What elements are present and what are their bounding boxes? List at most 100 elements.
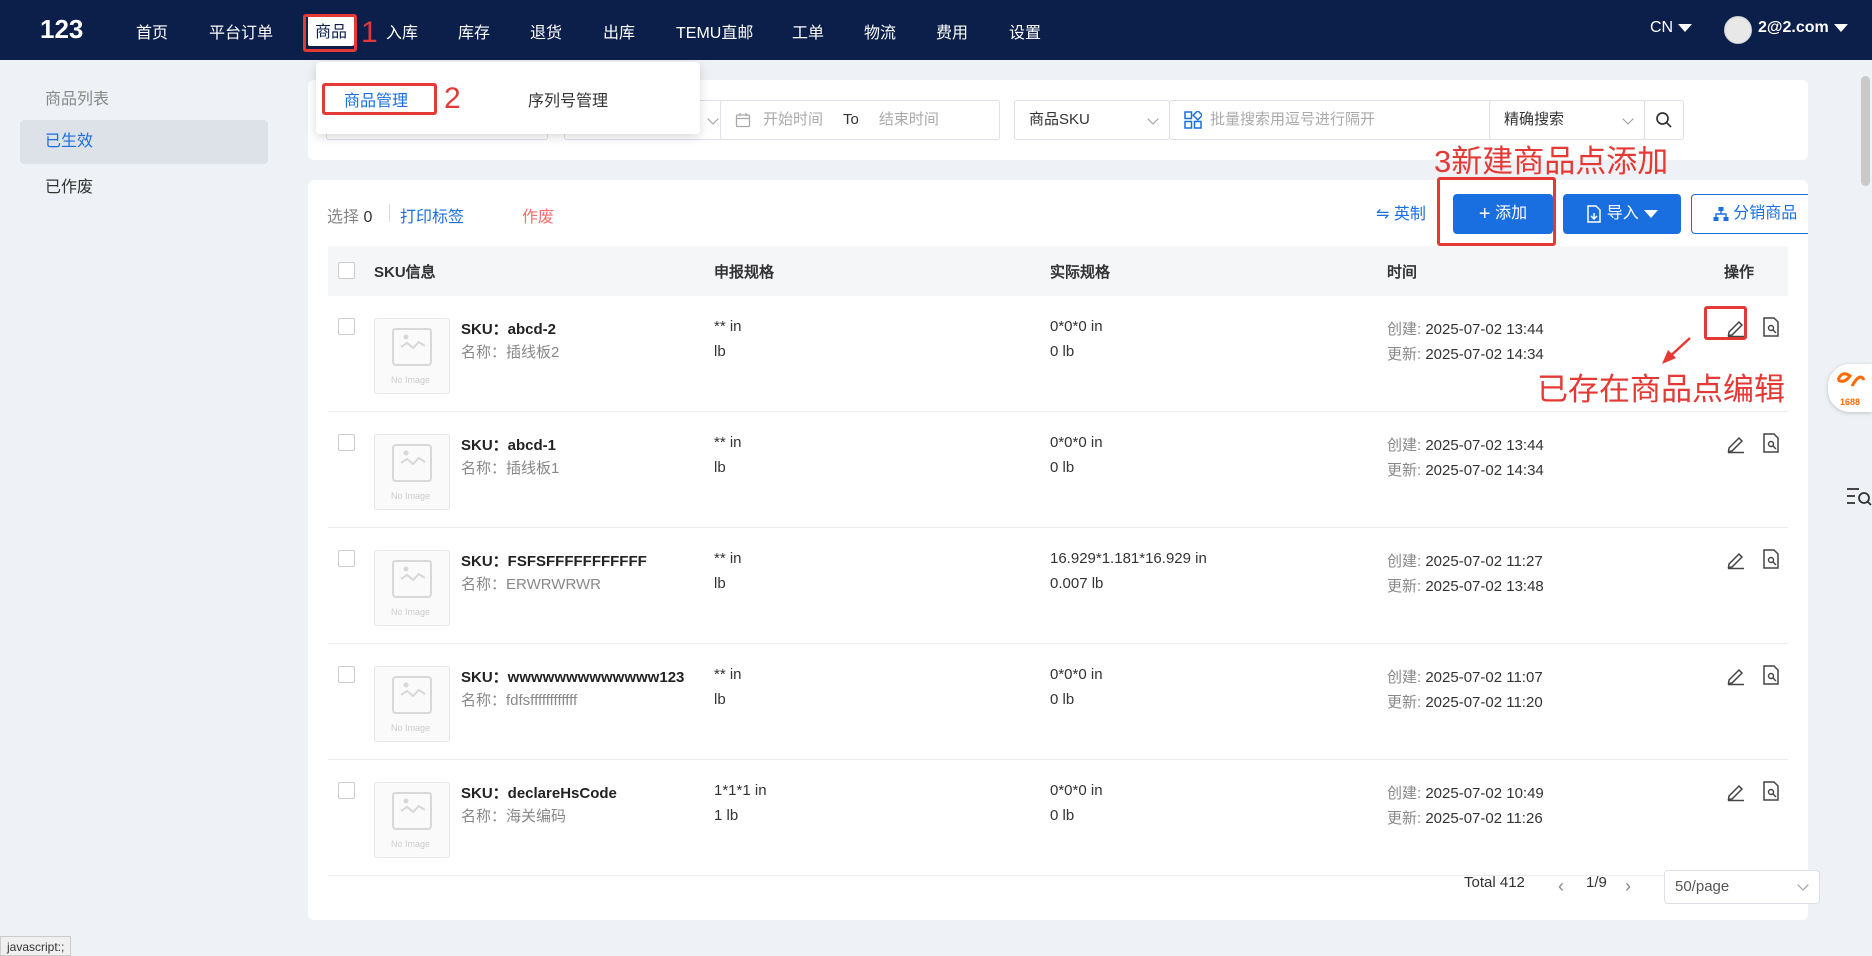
nav-outbound[interactable]: 出库 bbox=[603, 19, 635, 43]
nav-settings[interactable]: 设置 bbox=[1009, 19, 1041, 43]
distribute-label: 分销商品 bbox=[1733, 205, 1798, 222]
annotation-step-3: 3新建商品点添加 bbox=[1434, 144, 1669, 179]
search-icon bbox=[1656, 112, 1672, 128]
actual-dimensions: 0*0*0 in bbox=[1050, 434, 1103, 451]
no-image-icon bbox=[385, 439, 439, 497]
actual-weight: 0 lb bbox=[1050, 459, 1075, 476]
row-checkbox[interactable] bbox=[338, 318, 355, 335]
product-thumbnail: No Image bbox=[374, 782, 450, 858]
language-selector[interactable]: CN bbox=[1650, 19, 1693, 37]
hierarchy-icon bbox=[1713, 206, 1729, 221]
avatar[interactable] bbox=[1724, 16, 1752, 44]
row-checkbox[interactable] bbox=[338, 434, 355, 451]
product-name: 名称：插线板2 bbox=[461, 344, 560, 361]
created-value: 2025-07-02 13:44 bbox=[1425, 321, 1544, 338]
toolbar-divider bbox=[389, 204, 390, 222]
date-to-label: To bbox=[843, 111, 859, 128]
created-label: 创建: bbox=[1387, 437, 1422, 454]
document-icon[interactable] bbox=[1760, 316, 1782, 338]
search-button[interactable] bbox=[1644, 100, 1684, 140]
nav-inbound[interactable]: 入库 bbox=[386, 19, 418, 43]
no-image-label: No Image bbox=[391, 607, 431, 617]
1688-widget[interactable]: 1688 bbox=[1828, 364, 1872, 412]
nav-logistics[interactable]: 物流 bbox=[864, 19, 896, 43]
sidebar-item-voided[interactable]: 已作废 bbox=[20, 166, 268, 210]
product-thumbnail: No Image bbox=[374, 666, 450, 742]
selected-value: 0 bbox=[363, 209, 373, 226]
updated-value: 2025-07-02 13:48 bbox=[1425, 578, 1544, 595]
sku-code: SKU：wwwwwwwwwwwww123 bbox=[461, 669, 685, 686]
print-label-button[interactable]: 打印标签 bbox=[400, 203, 464, 227]
created-time: 创建: 2025-07-02 13:44 bbox=[1387, 318, 1544, 339]
document-icon[interactable] bbox=[1760, 548, 1782, 570]
sku-code: SKU：declareHsCode bbox=[461, 785, 617, 802]
distribute-products-button[interactable]: 分销商品 bbox=[1691, 194, 1808, 234]
sku-type-select[interactable]: 商品SKU bbox=[1014, 100, 1170, 140]
date-range-picker[interactable]: 开始时间 To 结束时间 bbox=[720, 100, 1000, 140]
caret-down-icon bbox=[1833, 23, 1848, 32]
declared-dimensions: ** in bbox=[714, 550, 742, 567]
nav-tickets[interactable]: 工单 bbox=[792, 19, 824, 43]
page-scrollbar[interactable] bbox=[1861, 76, 1870, 186]
end-date-input[interactable]: 结束时间 bbox=[879, 111, 939, 128]
document-icon[interactable] bbox=[1760, 780, 1782, 802]
declared-weight: 1 lb bbox=[714, 807, 739, 824]
list-search-icon[interactable] bbox=[1846, 486, 1872, 508]
sidebar-item-active[interactable]: 已生效 bbox=[20, 120, 268, 164]
created-label: 创建: bbox=[1387, 669, 1422, 686]
nav-returns[interactable]: 退货 bbox=[530, 19, 562, 43]
brand-logo[interactable]: 123 bbox=[40, 14, 83, 45]
column-header-sku: SKU信息 bbox=[374, 264, 436, 281]
created-time: 创建: 2025-07-02 10:49 bbox=[1387, 782, 1544, 803]
no-image-label: No Image bbox=[391, 491, 431, 501]
updated-time: 更新: 2025-07-02 14:34 bbox=[1387, 459, 1544, 480]
page-size-label: 50/page bbox=[1675, 878, 1730, 895]
created-label: 创建: bbox=[1387, 321, 1422, 338]
page-size-select[interactable]: 50/page bbox=[1664, 870, 1820, 904]
prev-page-icon[interactable]: ‹ bbox=[1558, 876, 1564, 897]
no-image-icon bbox=[385, 555, 439, 613]
created-time: 创建: 2025-07-02 11:07 bbox=[1387, 666, 1543, 687]
bulk-search-input[interactable]: 批量搜索用逗号进行隔开 bbox=[1169, 100, 1499, 140]
import-button[interactable]: 导入 bbox=[1563, 194, 1681, 234]
row-checkbox[interactable] bbox=[338, 550, 355, 567]
user-menu[interactable]: 2@2.com bbox=[1758, 19, 1848, 37]
caret-down-icon bbox=[1678, 23, 1693, 32]
document-icon[interactable] bbox=[1760, 432, 1782, 454]
nav-fees[interactable]: 费用 bbox=[936, 19, 968, 43]
nav-home[interactable]: 首页 bbox=[136, 19, 168, 43]
updated-label: 更新: bbox=[1387, 694, 1422, 711]
column-header-actions: 操作 bbox=[1724, 264, 1755, 281]
edit-icon[interactable] bbox=[1725, 664, 1747, 686]
start-date-input[interactable]: 开始时间 bbox=[763, 111, 823, 128]
sku-code: SKU：FSFSFFFFFFFFFFF bbox=[461, 553, 647, 570]
row-checkbox[interactable] bbox=[338, 666, 355, 683]
document-icon[interactable] bbox=[1760, 664, 1782, 686]
actual-weight: 0 lb bbox=[1050, 691, 1075, 708]
created-value: 2025-07-02 11:27 bbox=[1425, 553, 1543, 570]
edit-icon[interactable] bbox=[1725, 780, 1747, 802]
match-type-select[interactable]: 精确搜索 bbox=[1489, 100, 1645, 140]
sku-type-label: 商品SKU bbox=[1029, 111, 1090, 128]
updated-value: 2025-07-02 14:34 bbox=[1425, 462, 1544, 479]
edit-icon[interactable] bbox=[1725, 432, 1747, 454]
created-label: 创建: bbox=[1387, 785, 1422, 802]
nav-temu[interactable]: TEMU直邮 bbox=[676, 19, 753, 43]
submenu-item-serial-management[interactable]: 序列号管理 bbox=[528, 87, 608, 111]
sidebar-item-product-list[interactable]: 商品列表 bbox=[20, 78, 268, 122]
declared-dimensions: ** in bbox=[714, 666, 742, 683]
pagination-total: Total 412 bbox=[1464, 874, 1525, 891]
selected-label: 选择 bbox=[327, 209, 360, 226]
void-button[interactable]: 作废 bbox=[522, 203, 554, 227]
no-image-icon bbox=[385, 787, 439, 845]
nav-platform-orders[interactable]: 平台订单 bbox=[209, 19, 273, 43]
select-all-checkbox[interactable] bbox=[338, 262, 355, 279]
unit-toggle[interactable]: ⇋ 英制 bbox=[1376, 200, 1426, 224]
row-checkbox[interactable] bbox=[338, 782, 355, 799]
annotation-box-products-nav bbox=[303, 14, 357, 52]
annotation-box-add-button bbox=[1437, 177, 1556, 246]
nav-inventory[interactable]: 库存 bbox=[458, 19, 490, 43]
annotation-step-2: 2 bbox=[444, 82, 461, 115]
next-page-icon[interactable]: › bbox=[1625, 876, 1631, 897]
edit-icon[interactable] bbox=[1725, 548, 1747, 570]
